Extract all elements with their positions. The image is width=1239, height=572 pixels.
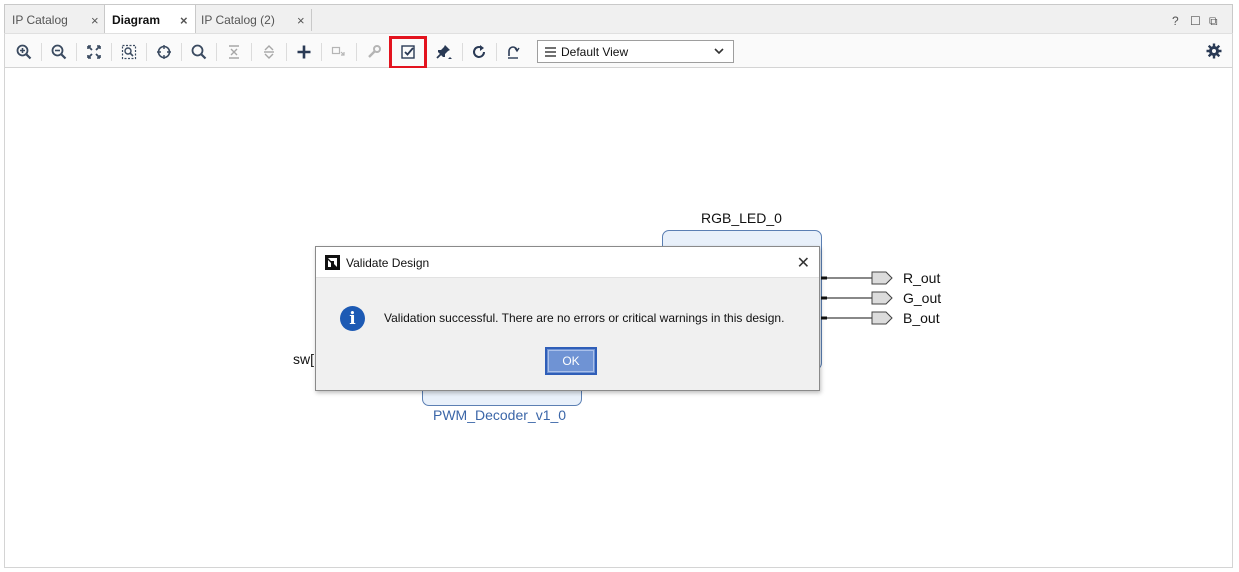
validate-design-dialog: Validate Design ✕ i Validation successfu…: [315, 246, 820, 391]
tab-close-icon[interactable]: ×: [297, 13, 305, 28]
toolbar-separator: [321, 43, 322, 61]
tab-separator: [311, 9, 312, 31]
settings-wrench-icon[interactable]: [363, 41, 385, 63]
zoom-fit-icon[interactable]: [83, 41, 105, 63]
toolbar-separator: [496, 43, 497, 61]
tab-label: IP Catalog (2): [201, 12, 275, 27]
tab-bar: IP Catalog × Diagram × IP Catalog (2) × …: [4, 4, 1233, 34]
help-icon[interactable]: ?: [1172, 14, 1179, 28]
search-icon[interactable]: [188, 41, 210, 63]
info-icon: i: [340, 306, 365, 331]
dialog-title-bar[interactable]: Validate Design ✕: [316, 247, 819, 278]
b-out-label: B_out: [903, 310, 940, 326]
toolbar-separator: [111, 43, 112, 61]
r-out-label: R_out: [903, 270, 941, 286]
ok-button[interactable]: OK: [545, 347, 597, 375]
tab-close-icon[interactable]: ×: [180, 13, 188, 28]
chevron-down-icon: [714, 48, 724, 55]
toolbar-separator: [251, 43, 252, 61]
optimize-routing-icon[interactable]: [502, 41, 524, 63]
vivado-block-design-window: IP Catalog × Diagram × IP Catalog (2) × …: [0, 0, 1239, 572]
expand-icon[interactable]: [258, 41, 280, 63]
gear-icon[interactable]: [1206, 43, 1222, 59]
tab-close-icon[interactable]: ×: [91, 13, 99, 28]
g-out-label: G_out: [903, 290, 942, 306]
toolbar-separator: [462, 43, 463, 61]
toolbar-separator: [181, 43, 182, 61]
zoom-area-icon[interactable]: [118, 41, 140, 63]
toolbar-separator: [286, 43, 287, 61]
tab-ip-catalog-2[interactable]: IP Catalog (2) ×: [194, 5, 312, 34]
toolbar-separator: [216, 43, 217, 61]
add-module-icon[interactable]: [328, 41, 350, 63]
validate-design-highlight: [389, 36, 427, 69]
app-logo-icon: [325, 255, 340, 270]
toolbar-separator: [41, 43, 42, 61]
close-icon[interactable]: ✕: [797, 253, 810, 273]
dialog-message: Validation successful. There are no erro…: [384, 311, 785, 325]
regenerate-icon[interactable]: [468, 41, 490, 63]
tab-diagram[interactable]: Diagram ×: [104, 5, 196, 34]
r-out-port[interactable]: [821, 271, 896, 285]
maximize-icon[interactable]: ☐: [1190, 14, 1201, 28]
dialog-title: Validate Design: [346, 256, 430, 270]
float-window-icon[interactable]: ⧉: [1209, 14, 1218, 29]
view-select[interactable]: Default View: [537, 40, 734, 63]
zoom-out-icon[interactable]: [48, 41, 70, 63]
zoom-in-icon[interactable]: [13, 41, 35, 63]
toolbar-separator: [356, 43, 357, 61]
sw-port-label: sw[: [293, 351, 314, 367]
diagram-toolbar: Default View: [4, 33, 1233, 69]
toolbar-separator: [76, 43, 77, 61]
tab-ip-catalog[interactable]: IP Catalog ×: [5, 5, 105, 34]
rgb-led-block-title: RGB_LED_0: [701, 210, 782, 226]
pin-icon[interactable]: [433, 41, 455, 63]
toolbar-separator: [146, 43, 147, 61]
view-select-value: Default View: [561, 44, 629, 59]
tab-label: Diagram: [112, 12, 161, 27]
add-ip-icon[interactable]: [293, 41, 315, 63]
view-list-icon: [545, 47, 556, 59]
b-out-port[interactable]: [821, 311, 896, 325]
center-icon[interactable]: [153, 41, 175, 63]
g-out-port[interactable]: [821, 291, 896, 305]
pwm-decoder-name: PWM_Decoder_v1_0: [433, 407, 567, 423]
tab-label: IP Catalog: [12, 12, 68, 27]
collapse-icon[interactable]: [223, 41, 245, 63]
